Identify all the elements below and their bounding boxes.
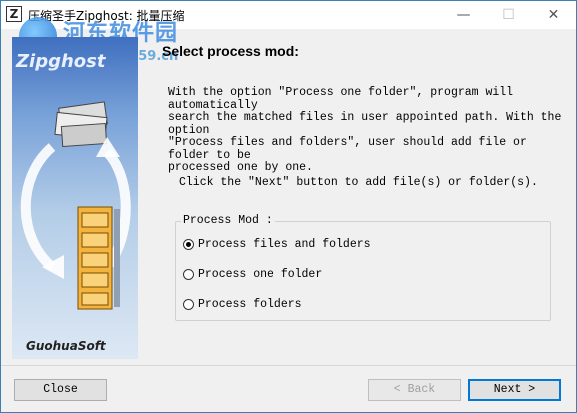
radio-button[interactable]	[183, 268, 194, 280]
side-banner-footer: GuohuaSoft	[26, 339, 106, 353]
radio-process-one-folder[interactable]: Process one folder	[183, 266, 322, 282]
wizard-window: Z 压缩圣手Zipghost: 批量压缩 — ☐ ✕ 河东软件园 www.pc0…	[0, 0, 577, 413]
close-button[interactable]: Close	[14, 379, 107, 401]
radio-label: Process files and folders	[198, 237, 371, 251]
back-button[interactable]: < Back	[368, 379, 461, 401]
radio-label: Process one folder	[198, 267, 323, 281]
hint-text: Click the "Next" button to add file(s) o…	[179, 176, 538, 189]
radio-label: Process folders	[198, 297, 302, 311]
radio-process-folders[interactable]: Process folders	[183, 296, 302, 312]
close-icon[interactable]: ✕	[531, 1, 576, 29]
document-stack-icon	[54, 101, 108, 148]
footer-divider	[1, 365, 576, 366]
process-mod-label: Process Mod :	[181, 214, 275, 227]
radio-process-files-and-folders[interactable]: Process files and folders	[183, 236, 371, 252]
page-title: Select process mod:	[162, 43, 299, 59]
radio-button[interactable]	[183, 298, 194, 310]
maximize-icon[interactable]: ☐	[486, 1, 531, 29]
description-text: With the option "Process one folder", pr…	[168, 86, 562, 174]
minimize-icon[interactable]: —	[441, 1, 486, 29]
side-banner: Zipghost GuohuaSoft	[12, 37, 138, 359]
banner-illustration	[20, 101, 131, 310]
next-button[interactable]: Next >	[468, 379, 561, 401]
app-icon: Z	[6, 6, 22, 22]
radio-button[interactable]	[183, 238, 194, 250]
